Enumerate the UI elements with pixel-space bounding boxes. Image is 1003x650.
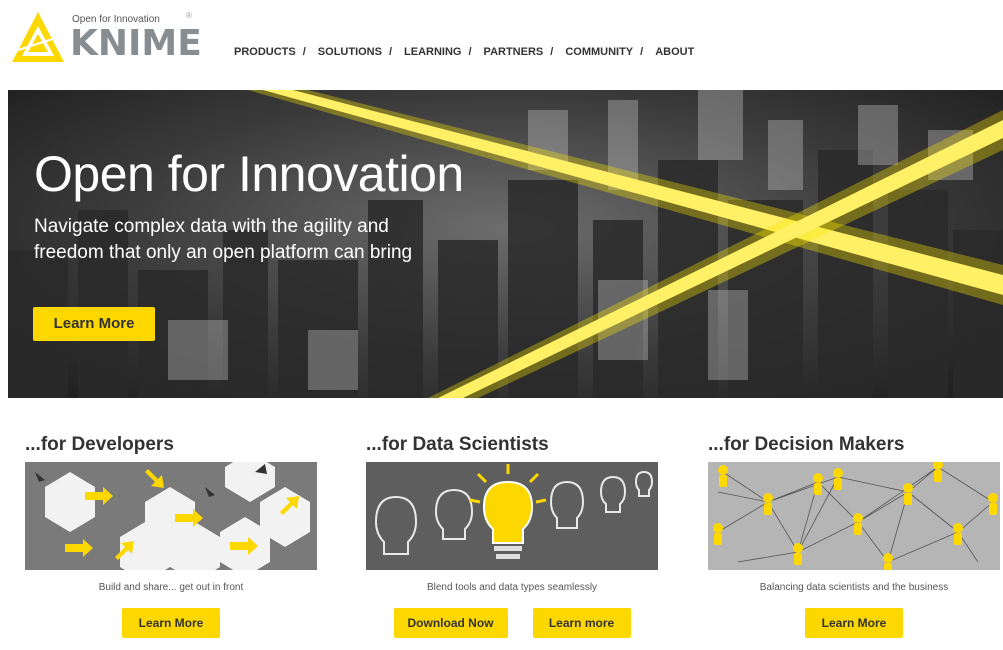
- data-scientists-learn-more-button[interactable]: Learn more: [532, 608, 631, 638]
- column-title: ...for Data Scientists: [366, 434, 549, 455]
- column-caption: Build and share... get out in front: [98, 582, 244, 593]
- light-bulbs-image: [366, 462, 658, 570]
- data-scientists-column: ...for Data Scientists Blend tools and d…: [366, 432, 658, 638]
- nav-item-about[interactable]: ABOUT: [655, 46, 694, 58]
- hero-learn-more-button[interactable]: Learn More: [33, 307, 155, 341]
- knime-triangle-icon: [12, 12, 64, 62]
- network-people-image: [708, 462, 1000, 570]
- decision-makers-learn-more-button[interactable]: Learn More: [805, 608, 903, 638]
- nav-item-community[interactable]: COMMUNITY: [565, 46, 633, 58]
- download-now-button[interactable]: Download Now: [393, 608, 508, 638]
- nav-item-partners[interactable]: PARTNERS: [484, 46, 544, 58]
- nav-item-learning[interactable]: LEARNING: [404, 46, 461, 58]
- nav-item-solutions[interactable]: SOLUTIONS: [318, 46, 382, 58]
- developers-column: ...for Developers Build and share... get…: [25, 432, 317, 638]
- puzzle-pieces-image: [25, 462, 317, 570]
- registered-mark: ®: [186, 11, 192, 20]
- column-caption: Balancing data scientists and the busine…: [759, 582, 949, 593]
- column-buttons: Download Now Learn more: [366, 608, 658, 638]
- developers-learn-more-button[interactable]: Learn More: [122, 608, 220, 638]
- logo-wordmark: KNIME: [70, 23, 202, 64]
- decision-makers-column: ...for Decision Makers Balancing data sc…: [708, 432, 1000, 638]
- nav-separator: /: [550, 46, 554, 58]
- nav-item-products[interactable]: PRODUCTS: [234, 46, 296, 58]
- column-caption: Blend tools and data types seamlessly: [426, 582, 598, 593]
- site-header: Open for Innovation ® KNIME PRODUCTS / S…: [0, 0, 1003, 88]
- nav-separator: /: [302, 46, 306, 58]
- column-buttons: Learn More: [708, 608, 1000, 638]
- main-nav: PRODUCTS / SOLUTIONS / LEARNING / PARTNE…: [234, 46, 694, 58]
- nav-separator: /: [640, 46, 644, 58]
- hero-title: Open for Innovation: [34, 146, 464, 202]
- column-title: ...for Developers: [25, 434, 174, 455]
- column-title: ...for Decision Makers: [708, 434, 905, 455]
- nav-separator: /: [388, 46, 393, 58]
- column-buttons: Learn More: [25, 608, 317, 638]
- hero-subtitle: Navigate complex data with the agility a…: [34, 216, 413, 263]
- knime-logo[interactable]: Open for Innovation ® KNIME: [10, 8, 202, 64]
- hero-banner: Open for Innovation Navigate complex dat…: [8, 90, 1003, 398]
- nav-separator: /: [468, 46, 472, 58]
